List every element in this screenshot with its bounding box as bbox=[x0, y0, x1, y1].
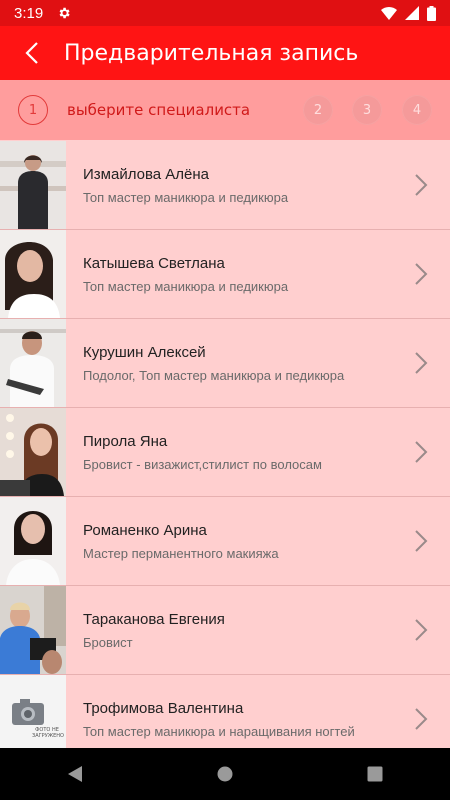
step-4-indicator: 4 bbox=[402, 95, 432, 125]
step-1-label: выберите специалиста bbox=[67, 101, 251, 119]
specialist-row[interactable]: Курушин Алексей Подолог, Топ мастер мани… bbox=[0, 319, 450, 408]
chevron-right-icon bbox=[406, 141, 436, 229]
signal-icon bbox=[405, 6, 419, 20]
nav-home-button[interactable] bbox=[195, 748, 255, 800]
specialist-photo bbox=[0, 497, 66, 585]
photo-not-loaded-text: ФОТО НЕ ЗАГРУЖЕНО bbox=[32, 727, 64, 739]
specialist-name: Трофимова Валентина bbox=[83, 699, 244, 717]
recents-square-icon bbox=[367, 766, 383, 782]
page-title: Предварительная запись bbox=[64, 40, 359, 66]
specialist-name: Измайлова Алёна bbox=[83, 165, 209, 183]
back-button[interactable] bbox=[12, 26, 52, 80]
nav-recents-button[interactable] bbox=[345, 748, 405, 800]
specialist-name: Курушин Алексей bbox=[83, 343, 206, 361]
specialist-row[interactable]: Тараканова Евгения Бровист bbox=[0, 586, 450, 675]
specialist-role: Топ мастер маникюра и педикюра bbox=[83, 189, 289, 205]
chevron-right-icon bbox=[406, 319, 436, 407]
booking-stepper: 1 выберите специалиста 2 3 4 bbox=[0, 80, 450, 140]
chevron-right-icon bbox=[406, 675, 436, 748]
battery-icon bbox=[427, 5, 436, 21]
specialist-photo-placeholder: ФОТО НЕ ЗАГРУЖЕНО bbox=[0, 675, 66, 748]
settings-gear-icon bbox=[59, 7, 70, 19]
back-triangle-icon bbox=[68, 766, 82, 782]
nav-back-button[interactable] bbox=[45, 748, 105, 800]
specialist-photo bbox=[0, 141, 66, 229]
specialist-role: Топ мастер маникюра и наращивания ногтей bbox=[83, 723, 355, 739]
specialist-name: Романенко Арина bbox=[83, 521, 207, 539]
step-3-indicator: 3 bbox=[352, 95, 382, 125]
home-circle-icon bbox=[217, 766, 233, 782]
specialist-list: Измайлова Алёна Топ мастер маникюра и пе… bbox=[0, 141, 450, 748]
specialist-photo bbox=[0, 319, 66, 407]
specialist-role: Мастер перманентного макияжа bbox=[83, 545, 279, 561]
specialist-row[interactable]: Пирола Яна Бровист - визажист,стилист по… bbox=[0, 408, 450, 497]
specialist-role: Бровист bbox=[83, 634, 133, 650]
specialist-role: Подолог, Топ мастер маникюра и педикюра bbox=[83, 367, 345, 383]
app-bar: Предварительная запись bbox=[0, 26, 450, 80]
specialist-photo bbox=[0, 586, 66, 674]
status-bar: 3:19 bbox=[0, 0, 450, 26]
status-time: 3:19 bbox=[14, 4, 44, 22]
specialist-row[interactable]: Катышева Светлана Топ мастер маникюра и … bbox=[0, 230, 450, 319]
specialist-photo bbox=[0, 230, 66, 318]
specialist-row[interactable]: ФОТО НЕ ЗАГРУЖЕНО Трофимова Валентина То… bbox=[0, 675, 450, 748]
specialist-role: Бровист - визажист,стилист по волосам bbox=[83, 456, 322, 472]
wifi-icon bbox=[381, 7, 397, 20]
chevron-right-icon bbox=[406, 586, 436, 674]
chevron-right-icon bbox=[406, 230, 436, 318]
specialist-name: Пирола Яна bbox=[83, 432, 168, 450]
chevron-right-icon bbox=[406, 497, 436, 585]
specialist-name: Тараканова Евгения bbox=[83, 610, 225, 628]
specialist-photo bbox=[0, 408, 66, 496]
step-1-indicator: 1 bbox=[18, 95, 48, 125]
back-arrow-icon bbox=[25, 42, 38, 64]
specialist-role: Топ мастер маникюра и педикюра bbox=[83, 278, 289, 294]
chevron-right-icon bbox=[406, 408, 436, 496]
system-nav-bar bbox=[0, 748, 450, 800]
specialist-name: Катышева Светлана bbox=[83, 254, 225, 272]
step-2-indicator: 2 bbox=[303, 95, 333, 125]
specialist-row[interactable]: Измайлова Алёна Топ мастер маникюра и пе… bbox=[0, 141, 450, 230]
specialist-row[interactable]: Романенко Арина Мастер перманентного мак… bbox=[0, 497, 450, 586]
